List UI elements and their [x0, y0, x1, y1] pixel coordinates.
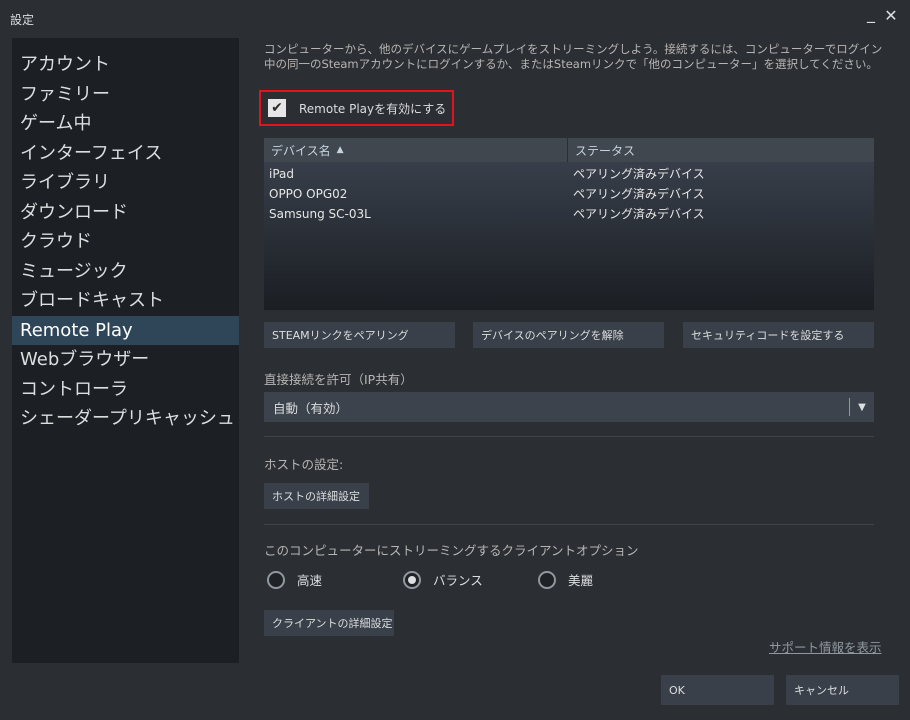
divider [264, 436, 874, 437]
host-settings-label: ホストの設定: [264, 457, 344, 472]
radio-button[interactable] [403, 570, 421, 589]
remote-play-panel: コンピューターから、他のデバイスにゲームプレイをストリーミングしよう。接続するに… [240, 38, 910, 663]
direct-connect-select[interactable]: 自動（有効） ▼ [264, 392, 874, 422]
device-rows: iPad ペアリング済みデバイス OPPO OPG02 ペアリング済みデバイス Sams… [264, 162, 874, 226]
direct-connect-label: 直接接続を許可（IP共有） [264, 372, 413, 387]
device-table: デバイス名 ▲ ステータス iPad ペアリング済みデバイス OPPO OPG02 ペ… [264, 138, 874, 310]
checkmark-icon: ✔ [271, 100, 283, 116]
sidebar-nav: アカウント ファミリー ゲーム中 インターフェイス ライブラリ ダウンロード クラウド ミュー… [12, 38, 239, 434]
sidebar-item[interactable]: クラウド [12, 227, 239, 257]
radio-label: 高速 [297, 573, 323, 588]
device-status-cell: ペアリング済みデバイス [573, 187, 705, 201]
host-advanced-button[interactable]: ホストの詳細設定 [264, 483, 369, 509]
enable-remote-play-label: Remote Playを有効にする [299, 101, 447, 116]
settings-sidebar: アカウント ファミリー ゲーム中 インターフェイス ライブラリ ダウンロード クラウド ミュー… [12, 38, 239, 663]
radio-button[interactable] [267, 570, 285, 589]
client-quality-option[interactable]: 高速 [267, 570, 403, 589]
column-header-status[interactable]: ステータス [568, 142, 635, 159]
sidebar-item[interactable]: Remote Play [12, 315, 239, 345]
table-header: デバイス名 ▲ ステータス [264, 138, 874, 162]
sidebar-item[interactable]: ファミリー [12, 80, 239, 110]
enable-remote-play-row[interactable]: ✔ Remote Playを有効にする [259, 90, 454, 126]
chevron-down-icon[interactable]: ▼ [850, 402, 874, 413]
radio-label: 美麗 [568, 573, 594, 588]
client-options-label: このコンピューターにストリーミングするクライアントオプション [264, 543, 639, 558]
direct-connect-value: 自動（有効） [273, 400, 349, 416]
sidebar-item[interactable]: ゲーム中 [12, 109, 239, 139]
radio-selected-dot [408, 575, 416, 584]
client-quality-radio-group: 高速 バランス 美麗 [267, 570, 593, 589]
intro-text: コンピューターから、他のデバイスにゲームプレイをストリーミングしよう。接続するに… [264, 42, 883, 71]
sidebar-item[interactable]: コントローラ [12, 375, 239, 405]
client-quality-option[interactable]: 美麗 [538, 570, 593, 589]
sort-ascending-icon: ▲ [336, 145, 344, 155]
client-quality-option[interactable]: バランス [403, 570, 538, 589]
sidebar-item[interactable]: ブロードキャスト [12, 286, 239, 316]
sidebar-item[interactable]: アカウント [12, 50, 239, 80]
close-icon[interactable]: ✕ [882, 6, 900, 28]
set-security-code-button[interactable]: セキュリティコードを設定する [683, 322, 874, 348]
client-advanced-button[interactable]: クライアントの詳細設定 [264, 610, 394, 636]
sidebar-item[interactable]: ミュージック [12, 257, 239, 287]
window-title: 設定 [10, 13, 35, 27]
cancel-button[interactable]: キャンセル [786, 675, 899, 705]
sidebar-item[interactable]: インターフェイス [12, 139, 239, 169]
table-row[interactable]: OPPO OPG02 ペアリング済みデバイス [264, 186, 874, 206]
radio-button[interactable] [538, 570, 556, 589]
enable-remote-play-checkbox[interactable]: ✔ [268, 99, 286, 117]
device-name-cell: Samsung SC-03L [269, 207, 371, 221]
divider [264, 524, 874, 525]
device-name-cell: OPPO OPG02 [269, 187, 348, 201]
device-name-cell: iPad [269, 167, 295, 181]
pair-steam-link-button[interactable]: STEAMリンクをペアリング [264, 322, 455, 348]
device-status-cell: ペアリング済みデバイス [573, 207, 705, 221]
sidebar-item[interactable]: ダウンロード [12, 198, 239, 228]
device-status-cell: ペアリング済みデバイス [573, 167, 705, 181]
sidebar-item[interactable]: ライブラリ [12, 168, 239, 198]
table-row[interactable]: iPad ペアリング済みデバイス [264, 166, 874, 186]
unpair-devices-button[interactable]: デバイスのペアリングを解除 [473, 322, 664, 348]
column-header-device-name-label: デバイス名 [271, 143, 331, 158]
support-info-link[interactable]: サポート情報を表示 [769, 637, 882, 656]
title-bar: 設定 _ ✕ [0, 0, 910, 38]
minimize-icon[interactable]: _ [862, 4, 880, 26]
sidebar-item[interactable]: Webブラウザー [12, 345, 239, 375]
column-header-device-name[interactable]: デバイス名 ▲ [264, 142, 567, 159]
ok-button[interactable]: OK [661, 675, 774, 705]
radio-label: バランス [433, 573, 483, 588]
table-row[interactable]: Samsung SC-03L ペアリング済みデバイス [264, 206, 874, 226]
sidebar-item[interactable]: シェーダープリキャッシュ [12, 404, 239, 434]
